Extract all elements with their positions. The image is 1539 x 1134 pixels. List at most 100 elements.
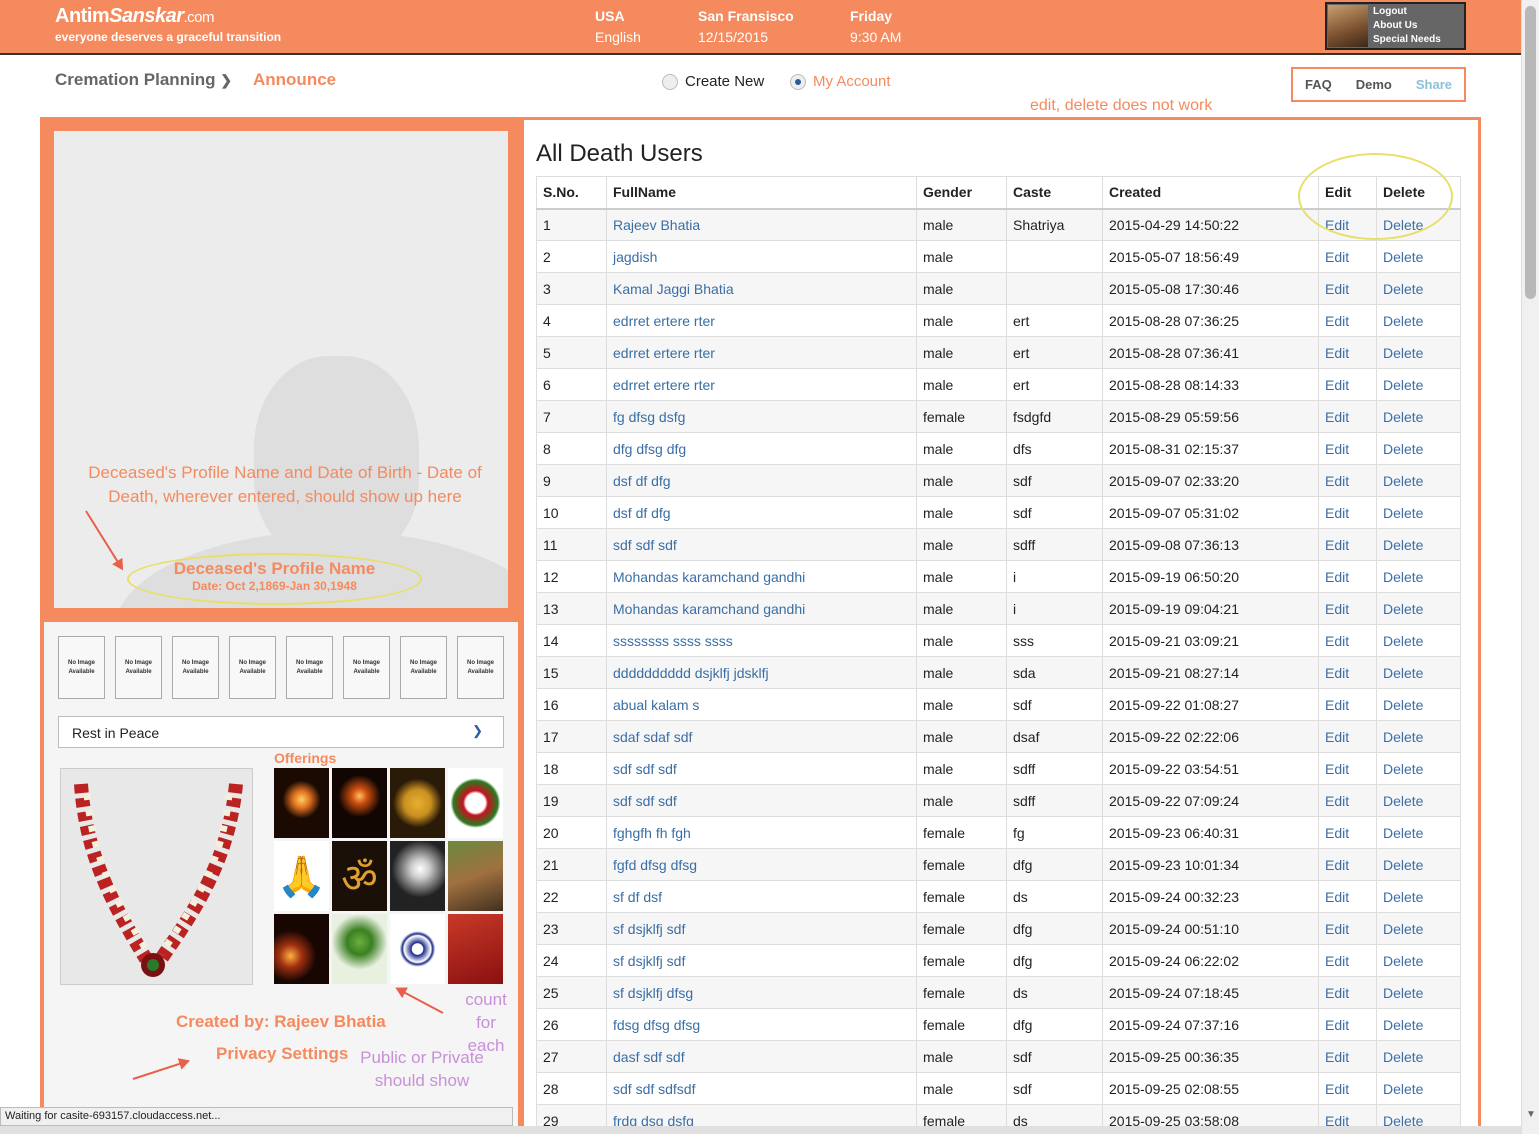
thumbnail[interactable]: No Image Available	[115, 636, 162, 699]
about-us-link[interactable]: About Us	[1373, 19, 1441, 33]
edit-link[interactable]: Edit	[1318, 432, 1377, 465]
cell-fullname-link[interactable]: fgfd dfsg dfsg	[606, 848, 917, 881]
delete-link[interactable]: Delete	[1376, 1008, 1461, 1041]
delete-link[interactable]: Delete	[1376, 528, 1461, 561]
cell-fullname-link[interactable]: sf dsjklfj sdf	[606, 912, 917, 945]
nav-announce[interactable]: Announce	[253, 70, 336, 90]
edit-link[interactable]: Edit	[1318, 752, 1377, 785]
delete-link[interactable]: Delete	[1376, 368, 1461, 401]
cell-fullname-link[interactable]: dsf df dfg	[606, 496, 917, 529]
edit-link[interactable]: Edit	[1318, 624, 1377, 657]
cell-fullname-link[interactable]: edrret ertere rter	[606, 368, 917, 401]
edit-link[interactable]: Edit	[1318, 1072, 1377, 1105]
cell-fullname-link[interactable]: sdf sdf sdfsdf	[606, 1072, 917, 1105]
delete-link[interactable]: Delete	[1376, 1040, 1461, 1073]
candles-icon[interactable]	[274, 914, 329, 984]
ceremony-icon[interactable]	[448, 841, 503, 911]
edit-link[interactable]: Edit	[1318, 976, 1377, 1009]
demo-link[interactable]: Demo	[1356, 77, 1392, 92]
edit-link[interactable]: Edit	[1318, 368, 1377, 401]
cell-fullname-link[interactable]: sdaf sdaf sdf	[606, 720, 917, 753]
praying-hands-icon[interactable]: 🙏	[274, 841, 329, 911]
delete-link[interactable]: Delete	[1376, 464, 1461, 497]
thumbnail[interactable]: No Image Available	[172, 636, 219, 699]
cell-fullname-link[interactable]: dsf df dfg	[606, 464, 917, 497]
delete-link[interactable]: Delete	[1376, 976, 1461, 1009]
thumbnail[interactable]: No Image Available	[343, 636, 390, 699]
delete-link[interactable]: Delete	[1376, 688, 1461, 721]
message-select[interactable]: Rest in Peace ❯	[58, 716, 504, 748]
edit-link[interactable]: Edit	[1318, 464, 1377, 497]
cell-fullname-link[interactable]: fdsg dfsg dfsg	[606, 1008, 917, 1041]
cell-fullname-link[interactable]: fg dfsg dsfg	[606, 400, 917, 433]
privacy-settings-link[interactable]: Privacy Settings	[216, 1044, 348, 1064]
delete-link[interactable]: Delete	[1376, 880, 1461, 913]
edit-link[interactable]: Edit	[1318, 400, 1377, 433]
delete-link[interactable]: Delete	[1376, 816, 1461, 849]
delete-link[interactable]: Delete	[1376, 752, 1461, 785]
thumbnail[interactable]: No Image Available	[400, 636, 447, 699]
cell-fullname-link[interactable]: edrret ertere rter	[606, 304, 917, 337]
thumbnail[interactable]: No Image Available	[229, 636, 276, 699]
delete-link[interactable]: Delete	[1376, 1072, 1461, 1105]
gift-icon[interactable]	[448, 914, 503, 984]
delete-link[interactable]: Delete	[1376, 944, 1461, 977]
cell-fullname-link[interactable]: sdf sdf sdf	[606, 752, 917, 785]
cell-fullname-link[interactable]: dasf sdf sdf	[606, 1040, 917, 1073]
edit-link[interactable]: Edit	[1318, 816, 1377, 849]
thumbnail[interactable]: No Image Available	[286, 636, 333, 699]
cell-fullname-link[interactable]: Mohandas karamchand gandhi	[606, 560, 917, 593]
special-needs-link[interactable]: Special Needs	[1373, 33, 1441, 47]
delete-link[interactable]: Delete	[1376, 912, 1461, 945]
edit-link[interactable]: Edit	[1318, 592, 1377, 625]
diya-icon[interactable]	[332, 768, 387, 838]
edit-link[interactable]: Edit	[1318, 848, 1377, 881]
cell-fullname-link[interactable]: abual kalam s	[606, 688, 917, 721]
cell-fullname-link[interactable]: ssssssss ssss ssss	[606, 624, 917, 657]
edit-link[interactable]: Edit	[1318, 272, 1377, 305]
scrollbar-thumb[interactable]	[1525, 6, 1536, 299]
edit-link[interactable]: Edit	[1318, 1008, 1377, 1041]
edit-link[interactable]: Edit	[1318, 720, 1377, 753]
ashoka-chakra-icon[interactable]	[390, 914, 445, 984]
edit-link[interactable]: Edit	[1318, 784, 1377, 817]
vertical-scrollbar[interactable]: ▼	[1521, 0, 1539, 1134]
delete-link[interactable]: Delete	[1376, 784, 1461, 817]
delete-link[interactable]: Delete	[1376, 720, 1461, 753]
cell-fullname-link[interactable]: jagdish	[606, 240, 917, 273]
delete-link[interactable]: Delete	[1376, 272, 1461, 305]
delete-link[interactable]: Delete	[1376, 304, 1461, 337]
delete-link[interactable]: Delete	[1376, 240, 1461, 273]
cell-fullname-link[interactable]: sdf sdf sdf	[606, 784, 917, 817]
cell-fullname-link[interactable]: sdf sdf sdf	[606, 528, 917, 561]
candle-icon[interactable]	[274, 768, 329, 838]
edit-link[interactable]: Edit	[1318, 1040, 1377, 1073]
cell-fullname-link[interactable]: sf df dsf	[606, 880, 917, 913]
edit-link[interactable]: Edit	[1318, 240, 1377, 273]
delete-link[interactable]: Delete	[1376, 336, 1461, 369]
cell-fullname-link[interactable]: edrret ertere rter	[606, 336, 917, 369]
delete-link[interactable]: Delete	[1376, 656, 1461, 689]
brand-logo[interactable]: AntimSanskar.com everyone deserves a gra…	[55, 5, 281, 44]
plant-icon[interactable]	[332, 914, 387, 984]
dove-icon[interactable]	[390, 841, 445, 911]
cell-fullname-link[interactable]: dfg dfsg dfg	[606, 432, 917, 465]
delete-link[interactable]: Delete	[1376, 848, 1461, 881]
edit-link[interactable]: Edit	[1318, 336, 1377, 369]
cell-fullname-link[interactable]: Kamal Jaggi Bhatia	[606, 272, 917, 305]
delete-link[interactable]: Delete	[1376, 560, 1461, 593]
edit-link[interactable]: Edit	[1318, 944, 1377, 977]
edit-link[interactable]: Edit	[1318, 912, 1377, 945]
edit-link[interactable]: Edit	[1318, 304, 1377, 337]
om-icon[interactable]: ॐ	[332, 841, 387, 911]
delete-link[interactable]: Delete	[1376, 400, 1461, 433]
radio-my-account[interactable]: My Account	[790, 73, 891, 90]
cell-fullname-link[interactable]: Rajeev Bhatia	[606, 208, 917, 241]
share-link[interactable]: Share	[1416, 77, 1452, 92]
edit-link[interactable]: Edit	[1318, 560, 1377, 593]
delete-link[interactable]: Delete	[1376, 592, 1461, 625]
cell-fullname-link[interactable]: fghgfh fh fgh	[606, 816, 917, 849]
scroll-down-icon[interactable]: ▼	[1526, 1109, 1536, 1120]
radio-create-new[interactable]: Create New	[662, 73, 764, 90]
faq-link[interactable]: FAQ	[1305, 77, 1332, 92]
